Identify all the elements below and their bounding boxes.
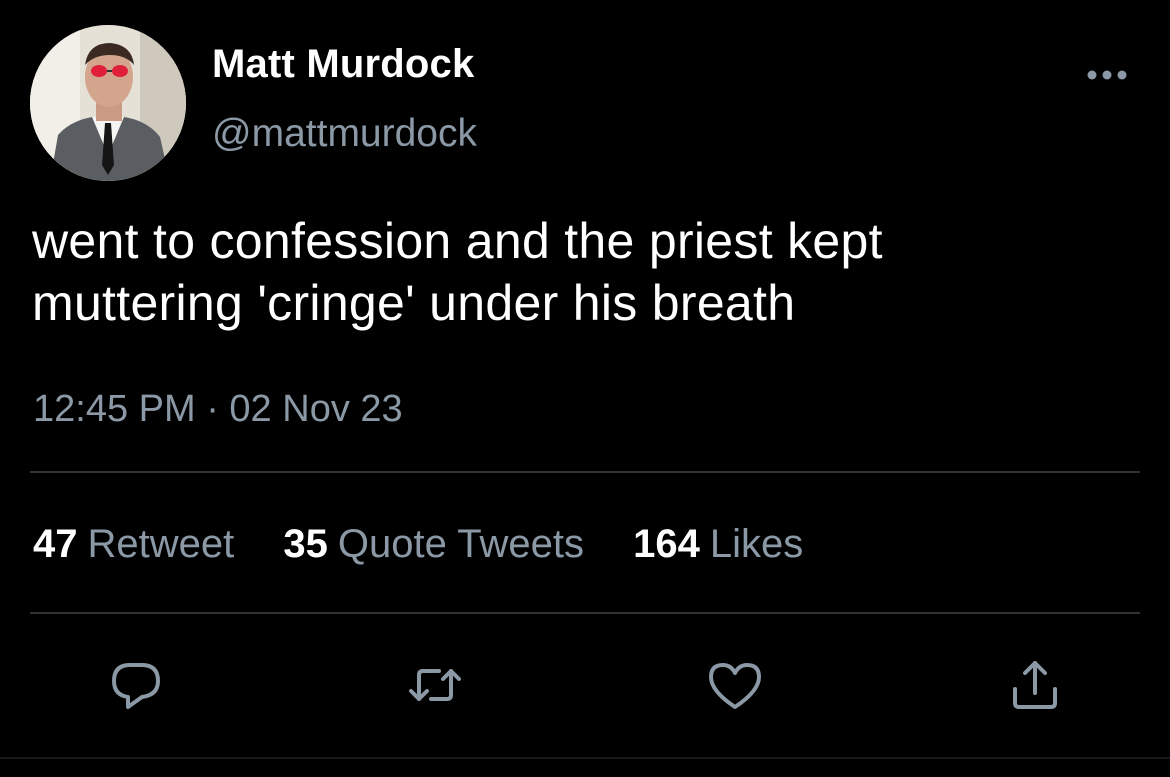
tweet-text: went to confession and the priest kept m…	[32, 210, 1142, 334]
reply-icon	[106, 655, 166, 715]
reply-button[interactable]	[106, 655, 166, 715]
likes-stat[interactable]: 164 Likes	[633, 522, 803, 567]
engagement-stats: 47 Retweet 35 Quote Tweets 164 Likes	[33, 522, 841, 567]
retweet-icon	[405, 655, 465, 715]
divider	[0, 757, 1170, 759]
quotes-label: Quote Tweets	[337, 522, 584, 566]
share-button[interactable]	[1005, 655, 1065, 715]
tweet-card: Matt Murdock @mattmurdock went to confes…	[0, 0, 1170, 777]
heart-icon	[705, 655, 765, 715]
divider	[30, 471, 1140, 473]
user-handle[interactable]: @mattmurdock	[212, 112, 477, 156]
retweet-button[interactable]	[405, 655, 465, 715]
likes-count: 164	[633, 522, 700, 566]
quotes-stat[interactable]: 35 Quote Tweets	[283, 522, 584, 567]
retweets-label: Retweet	[87, 522, 235, 566]
tweet-text-line: muttering 'cringe' under his breath	[32, 275, 796, 331]
more-icon	[1082, 62, 1132, 88]
like-button[interactable]	[705, 655, 765, 715]
avatar[interactable]	[30, 25, 186, 181]
quotes-count: 35	[283, 522, 328, 566]
timestamp[interactable]: 12:45 PM · 02 Nov 23	[33, 388, 403, 431]
retweets-count: 47	[33, 522, 78, 566]
share-icon	[1005, 655, 1065, 715]
likes-label: Likes	[709, 522, 804, 566]
display-name[interactable]: Matt Murdock	[212, 42, 474, 87]
divider	[30, 612, 1140, 614]
more-options-button[interactable]	[1082, 62, 1132, 88]
tweet-text-line: went to confession and the priest kept	[32, 213, 883, 269]
retweets-stat[interactable]: 47 Retweet	[33, 522, 234, 567]
